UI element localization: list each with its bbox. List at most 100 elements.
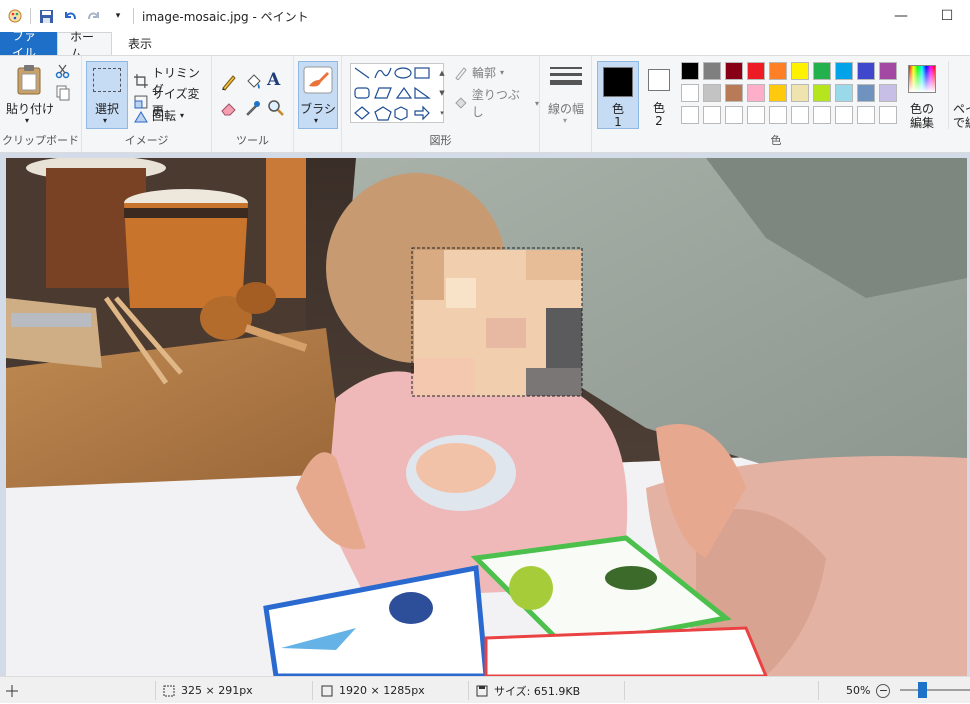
palette-swatch[interactable] [879,106,897,124]
outline-icon [455,66,467,80]
zoom-level: 50% [846,684,871,697]
image-size: 1920 × 1285px [320,677,425,704]
palette-swatch[interactable] [857,84,875,102]
window-title: image-mosaic.jpg - ペイント [142,9,309,24]
tab-view[interactable]: 表示 [112,32,168,55]
paste-dropdown-icon[interactable]: ▾ [25,116,29,125]
eraser-icon[interactable] [220,99,238,117]
line-width-icon [550,67,582,85]
zoom-out-button[interactable]: − [876,683,891,698]
rotate-dropdown-icon: ▾ [180,111,185,120]
edit-with-paint3d-button[interactable]: ペイ で編 [948,61,970,129]
size-label: 線の幅 [547,102,584,116]
palette-swatch[interactable] [857,106,875,124]
color-picker-icon[interactable] [244,99,262,117]
photo-canvas[interactable] [6,158,967,676]
colors-group-label: 色 [770,134,782,147]
palette-swatch[interactable] [791,62,809,80]
brush-dropdown-icon[interactable]: ▾ [314,116,318,125]
color2-button[interactable]: 色 2 [642,61,676,129]
pencil-icon[interactable] [220,73,238,91]
palette-swatch[interactable] [791,84,809,102]
maximize-button[interactable]: ☐ [924,0,970,32]
select-dropdown-icon[interactable]: ▾ [103,116,107,125]
palette-swatch[interactable] [725,84,743,102]
color1-swatch [603,67,633,97]
ribbon-tabs: ファイル ホーム 表示 [0,29,970,61]
status-bar: 325 × 291px 1920 × 1285px サイズ: 651.9KB 5… [0,676,970,703]
edit-colors-icon [908,65,936,93]
tab-file[interactable]: ファイル [0,29,57,60]
cursor-position-icon [6,684,18,697]
size-button[interactable]: 線の幅 ▾ [544,61,588,129]
palette-swatch[interactable] [857,62,875,80]
save-icon[interactable] [37,7,55,25]
palette-swatch[interactable] [725,62,743,80]
title-bar: ▾ image-mosaic.jpg - ペイント — ☐ [0,0,970,32]
select-label: 選択 [94,102,119,116]
image-group-label: イメージ [124,134,169,147]
copy-icon[interactable] [55,85,71,101]
customize-quick-access-icon[interactable]: ▾ [109,7,127,25]
palette-swatch[interactable] [835,62,853,80]
selection-size-value: 325 × 291px [181,684,253,697]
selection-size: 325 × 291px [162,677,253,704]
paste-icon [17,65,41,95]
color-palette [681,62,901,128]
palette-swatch[interactable] [703,106,721,124]
palette-swatch[interactable] [747,84,765,102]
palette-swatch[interactable] [791,106,809,124]
palette-swatch[interactable] [769,106,787,124]
palette-swatch[interactable] [703,62,721,80]
palette-swatch[interactable] [813,106,831,124]
palette-swatch[interactable] [813,62,831,80]
paste-button[interactable]: 貼り付け ▾ [5,60,54,128]
text-tool-icon[interactable]: A [267,70,280,90]
palette-swatch[interactable] [769,62,787,80]
tools-group: A ツール [212,56,294,152]
redo-icon[interactable] [85,7,103,25]
rotate-icon [134,110,148,122]
zoom-slider-thumb[interactable] [918,682,927,698]
palette-swatch[interactable] [879,62,897,80]
palette-swatch[interactable] [813,84,831,102]
paint-app-icon[interactable] [6,7,24,25]
select-button[interactable]: 選択 ▾ [86,61,128,129]
size-group: 線の幅 ▾ [540,56,592,152]
shapes-scroll[interactable]: ▲ ▼ ▾ [436,63,448,123]
palette-swatch[interactable] [879,84,897,102]
shapes-group-label: 図形 [429,134,452,147]
zoom-slider[interactable] [900,682,970,698]
shapes-gallery[interactable] [350,63,444,123]
edit-colors-button[interactable]: 色の 編集 [904,61,940,130]
palette-swatch[interactable] [747,62,765,80]
minimize-button[interactable]: — [878,0,924,32]
palette-swatch[interactable] [681,84,699,102]
palette-swatch[interactable] [835,84,853,102]
magnifier-icon[interactable] [267,99,285,117]
clipboard-group-label: クリップボード [2,134,79,147]
canvas-area[interactable] [0,153,970,676]
palette-swatch[interactable] [835,106,853,124]
color2-swatch [648,69,670,91]
image-group: 選択 ▾ トリミング サイズ変更 回転 ▾ イメージ [82,56,212,152]
palette-swatch[interactable] [747,106,765,124]
rotate-button[interactable]: 回転 ▾ [134,107,184,124]
palette-swatch[interactable] [725,106,743,124]
cut-icon[interactable] [55,63,71,79]
colors-group: 色 1 色 2 色の 編集 ペイ で編 色 [592,56,970,152]
image-size-value: 1920 × 1285px [339,684,425,697]
undo-icon[interactable] [61,7,79,25]
brush-button[interactable]: ブラシ ▾ [298,61,338,129]
palette-swatch[interactable] [703,84,721,102]
fill-icon[interactable] [244,73,262,91]
color1-button[interactable]: 色 1 [597,61,639,129]
clipboard-group: 貼り付け ▾ クリップボード [0,56,82,152]
palette-swatch[interactable] [681,106,699,124]
shapes-group: ▲ ▼ ▾ 輪郭 ▾ 塗りつぶし ▾ 図形 [342,56,540,152]
fill-button[interactable]: 塗りつぶし ▾ [454,86,539,120]
palette-swatch[interactable] [681,62,699,80]
outline-button[interactable]: 輪郭 ▾ [454,64,504,81]
tab-home[interactable]: ホーム [57,30,112,61]
palette-swatch[interactable] [769,84,787,102]
